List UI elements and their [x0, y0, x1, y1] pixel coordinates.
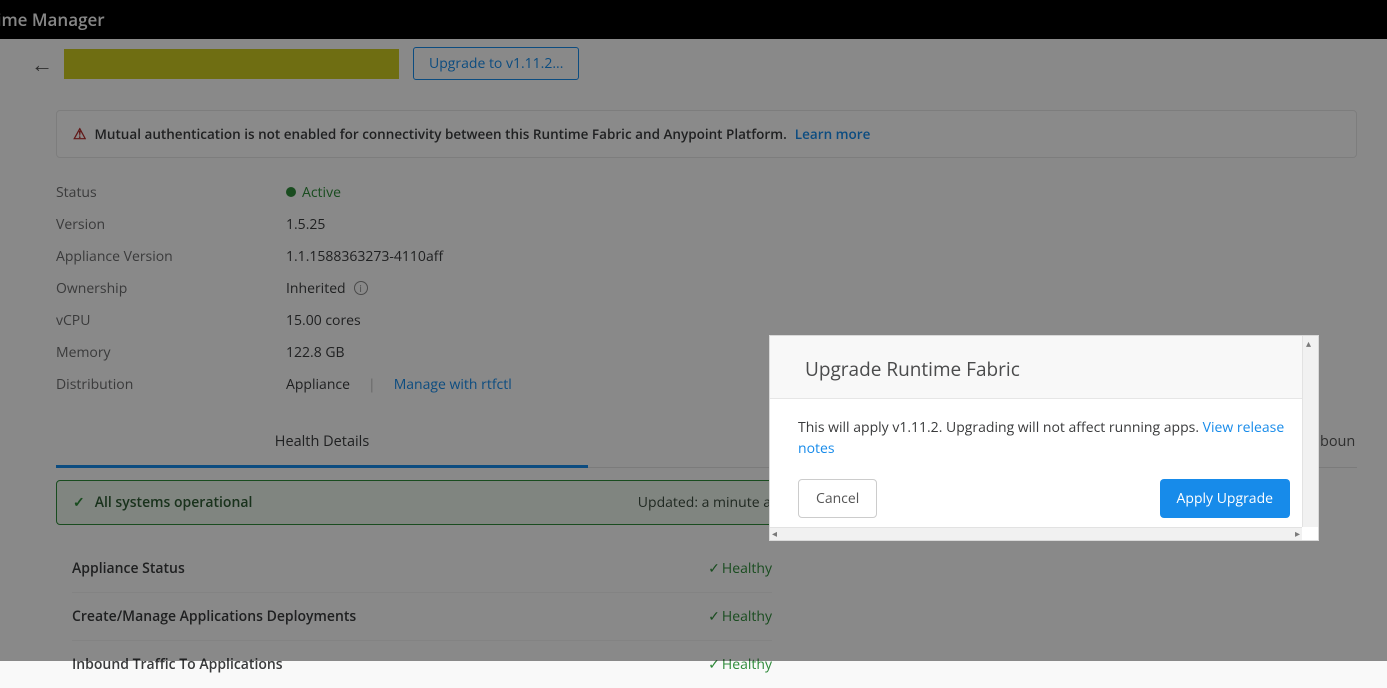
- modal-backdrop[interactable]: [0, 0, 1387, 661]
- modal-scrollbar-horizontal[interactable]: [770, 527, 1302, 540]
- apply-upgrade-button[interactable]: Apply Upgrade: [1160, 479, 1290, 518]
- modal-body: This will apply v1.11.2. Upgrading will …: [770, 399, 1318, 465]
- upgrade-modal: Upgrade Runtime Fabric This will apply v…: [769, 335, 1319, 541]
- modal-body-text: This will apply v1.11.2. Upgrading will …: [798, 418, 1203, 437]
- cancel-button[interactable]: Cancel: [798, 479, 877, 518]
- modal-scrollbar-vertical[interactable]: [1302, 336, 1318, 527]
- modal-title: Upgrade Runtime Fabric: [770, 336, 1318, 399]
